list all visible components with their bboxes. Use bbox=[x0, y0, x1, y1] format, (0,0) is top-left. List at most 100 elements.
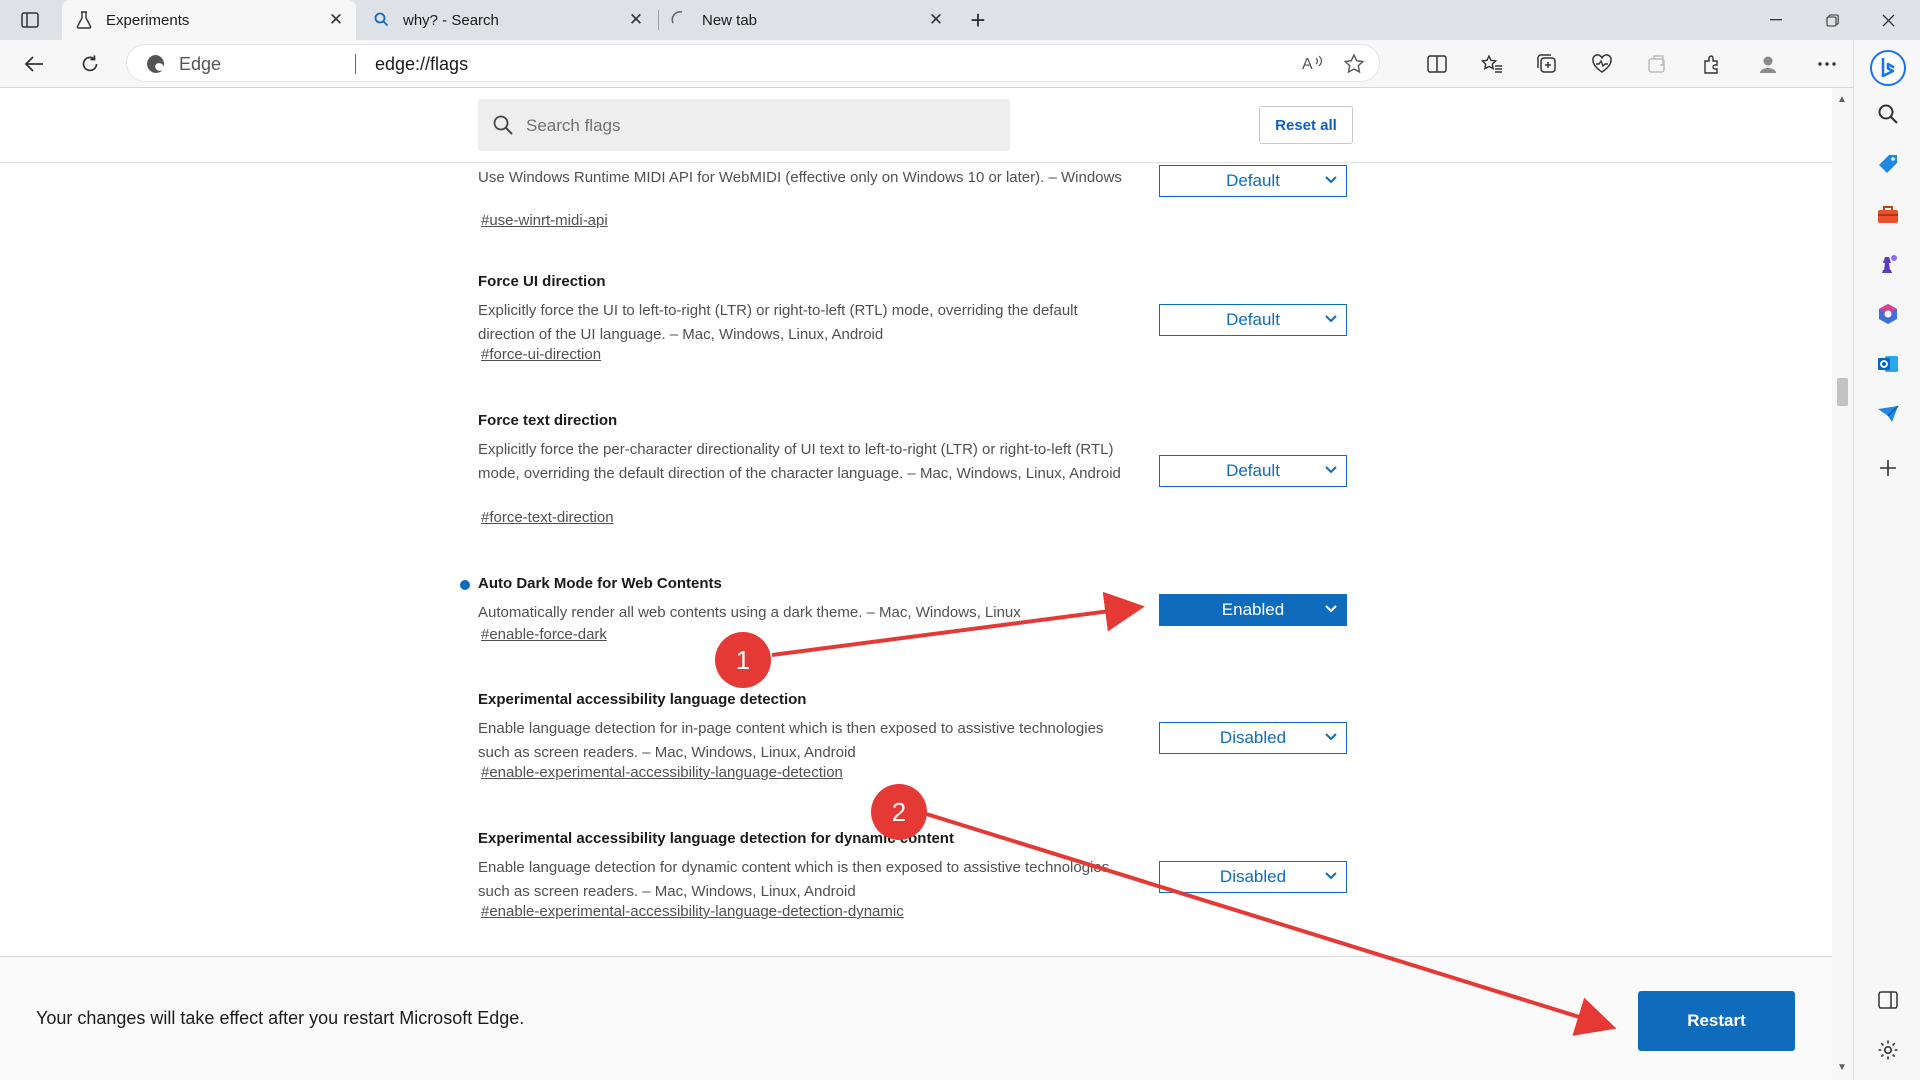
tab-close-button[interactable]: ✕ bbox=[624, 8, 648, 32]
read-aloud-icon[interactable]: A bbox=[1302, 53, 1324, 78]
scroll-up-arrow-icon[interactable]: ▲ bbox=[1837, 94, 1847, 105]
split-screen-icon bbox=[1427, 55, 1447, 73]
flag-anchor-link[interactable]: #force-text-direction bbox=[481, 509, 614, 526]
scroll-down-arrow-icon[interactable]: ▼ bbox=[1837, 1062, 1847, 1073]
flag-select-enable-experimental-accessibility-language-detection[interactable]: Disabled bbox=[1159, 722, 1347, 754]
sidebar-outlook-button[interactable] bbox=[1870, 346, 1906, 382]
favorites-icon bbox=[1481, 54, 1502, 73]
tab-title: Experiments bbox=[106, 11, 190, 29]
toolbox-icon bbox=[1878, 206, 1898, 223]
sidebar-tools-button[interactable] bbox=[1870, 196, 1906, 232]
flag-select-value: Default bbox=[1226, 310, 1280, 329]
avatar-icon bbox=[1760, 56, 1776, 73]
sidebar-office-button[interactable] bbox=[1870, 296, 1906, 332]
restart-message: Your changes will take effect after you … bbox=[36, 1008, 525, 1028]
bing-chat-button[interactable] bbox=[1866, 46, 1910, 90]
flag-description: Explicitly force the UI to left-to-right… bbox=[478, 302, 1078, 343]
edge-logo-icon bbox=[146, 54, 166, 79]
flag-anchor-link[interactable]: #enable-force-dark bbox=[481, 626, 607, 643]
flag-select-value: Default bbox=[1226, 461, 1280, 480]
shopping-tag-icon bbox=[1879, 155, 1897, 173]
split-screen-button[interactable] bbox=[1421, 48, 1453, 80]
restore-button[interactable] bbox=[1804, 0, 1860, 40]
more-dots-icon bbox=[1818, 62, 1836, 66]
back-arrow-icon bbox=[24, 56, 43, 72]
extensions-button[interactable] bbox=[1641, 48, 1673, 80]
heart-pulse-icon bbox=[1592, 54, 1612, 73]
sidebar-shopping-button[interactable] bbox=[1870, 146, 1906, 182]
settings-more-button[interactable] bbox=[1811, 48, 1843, 80]
page-scrollbar[interactable]: ▲ ▼ bbox=[1832, 88, 1853, 1080]
performance-button[interactable] bbox=[1696, 48, 1728, 80]
sidebar-drop-button[interactable] bbox=[1870, 396, 1906, 432]
flag-title: Experimental accessibility language dete… bbox=[478, 691, 807, 708]
flag-description: Enable language detection for in-page co… bbox=[478, 720, 1104, 761]
flag-anchor-link[interactable]: #force-ui-direction bbox=[481, 346, 601, 363]
search-flags-input[interactable] bbox=[524, 109, 998, 143]
tab-close-button[interactable]: ✕ bbox=[924, 8, 948, 32]
minimize-button[interactable] bbox=[1748, 0, 1804, 40]
tab-actions-icon bbox=[21, 12, 39, 28]
flag-select-force-ui-direction[interactable]: Default bbox=[1159, 304, 1347, 336]
new-tab-button[interactable]: + bbox=[962, 4, 994, 36]
search-icon bbox=[1878, 104, 1898, 124]
tab-new-tab[interactable]: New tab ✕ bbox=[660, 0, 956, 40]
annotation-callout-1: 1 bbox=[715, 632, 771, 688]
favorite-star-icon[interactable] bbox=[1343, 53, 1365, 80]
search-icon bbox=[492, 114, 514, 141]
sidebar bbox=[1853, 40, 1920, 1080]
url-text[interactable]: edge://flags bbox=[375, 54, 468, 75]
tab-title: why? - Search bbox=[403, 11, 499, 29]
chevron-down-icon bbox=[1325, 605, 1337, 613]
flag-select-value: Disabled bbox=[1219, 867, 1287, 886]
flag-select-enable-experimental-accessibility-language-detection-dynamic[interactable]: Disabled bbox=[1159, 861, 1347, 893]
flag-select-value: Enabled bbox=[1221, 600, 1285, 619]
address-divider bbox=[355, 54, 356, 74]
flag-select-enable-force-dark[interactable]: Enabled bbox=[1159, 594, 1347, 626]
tab-strip: Experiments ✕ why? - Search ✕ New tab ✕ … bbox=[0, 0, 1920, 40]
tab-close-button[interactable]: ✕ bbox=[324, 8, 348, 32]
favorites-button[interactable] bbox=[1476, 48, 1508, 80]
flags-header: Reset all bbox=[0, 88, 1832, 163]
modified-indicator-dot bbox=[460, 580, 470, 590]
toolbar: Edge edge://flags A bbox=[0, 40, 1920, 88]
tab-experiments[interactable]: Experiments ✕ bbox=[62, 0, 356, 40]
refresh-icon bbox=[82, 55, 98, 72]
flag-anchor-link[interactable]: #enable-experimental-accessibility-langu… bbox=[481, 764, 843, 781]
flag-select-value: Default bbox=[1226, 171, 1280, 190]
tab-title: New tab bbox=[702, 11, 758, 29]
flag-select-use-winrt-midi-api[interactable]: Default bbox=[1159, 165, 1347, 197]
profile-button[interactable] bbox=[1752, 48, 1784, 80]
chevron-down-icon bbox=[1325, 315, 1337, 323]
sidebar-search-button[interactable] bbox=[1870, 96, 1906, 132]
back-button[interactable] bbox=[18, 48, 50, 80]
sidebar-hide-button[interactable] bbox=[1870, 982, 1906, 1018]
sidebar-settings-button[interactable] bbox=[1870, 1032, 1906, 1068]
reset-all-button[interactable]: Reset all bbox=[1259, 106, 1353, 144]
flag-description: Enable language detection for dynamic co… bbox=[478, 859, 1110, 900]
collections-button[interactable] bbox=[1531, 48, 1563, 80]
svg-text:A: A bbox=[1302, 56, 1313, 73]
restart-button[interactable]: Restart bbox=[1638, 991, 1795, 1051]
plus-icon bbox=[1880, 460, 1896, 476]
collections-icon bbox=[1537, 54, 1556, 73]
bing-icon bbox=[1870, 50, 1906, 86]
microsoft-365-icon bbox=[1879, 304, 1897, 324]
chevron-down-icon bbox=[1325, 176, 1337, 184]
sidebar-add-button[interactable] bbox=[1870, 450, 1906, 486]
flag-anchor-link[interactable]: #use-winrt-midi-api bbox=[481, 212, 608, 229]
search-flags-box bbox=[478, 99, 1010, 151]
chevron-down-icon bbox=[1325, 466, 1337, 474]
browser-essentials-button[interactable] bbox=[1586, 48, 1618, 80]
flag-anchor-link[interactable]: #enable-experimental-accessibility-langu… bbox=[481, 903, 904, 920]
restart-notification-bar: Your changes will take effect after you … bbox=[0, 956, 1832, 1080]
address-bar[interactable]: Edge edge://flags A bbox=[126, 44, 1380, 82]
flag-select-force-text-direction[interactable]: Default bbox=[1159, 455, 1347, 487]
close-window-button[interactable] bbox=[1860, 0, 1916, 40]
extension-icon bbox=[1648, 55, 1665, 73]
tab-search[interactable]: why? - Search ✕ bbox=[356, 0, 658, 40]
refresh-button[interactable] bbox=[74, 48, 106, 80]
scrollbar-thumb[interactable] bbox=[1837, 378, 1848, 406]
tab-actions-menu-button[interactable] bbox=[14, 6, 46, 34]
sidebar-games-button[interactable] bbox=[1870, 246, 1906, 282]
